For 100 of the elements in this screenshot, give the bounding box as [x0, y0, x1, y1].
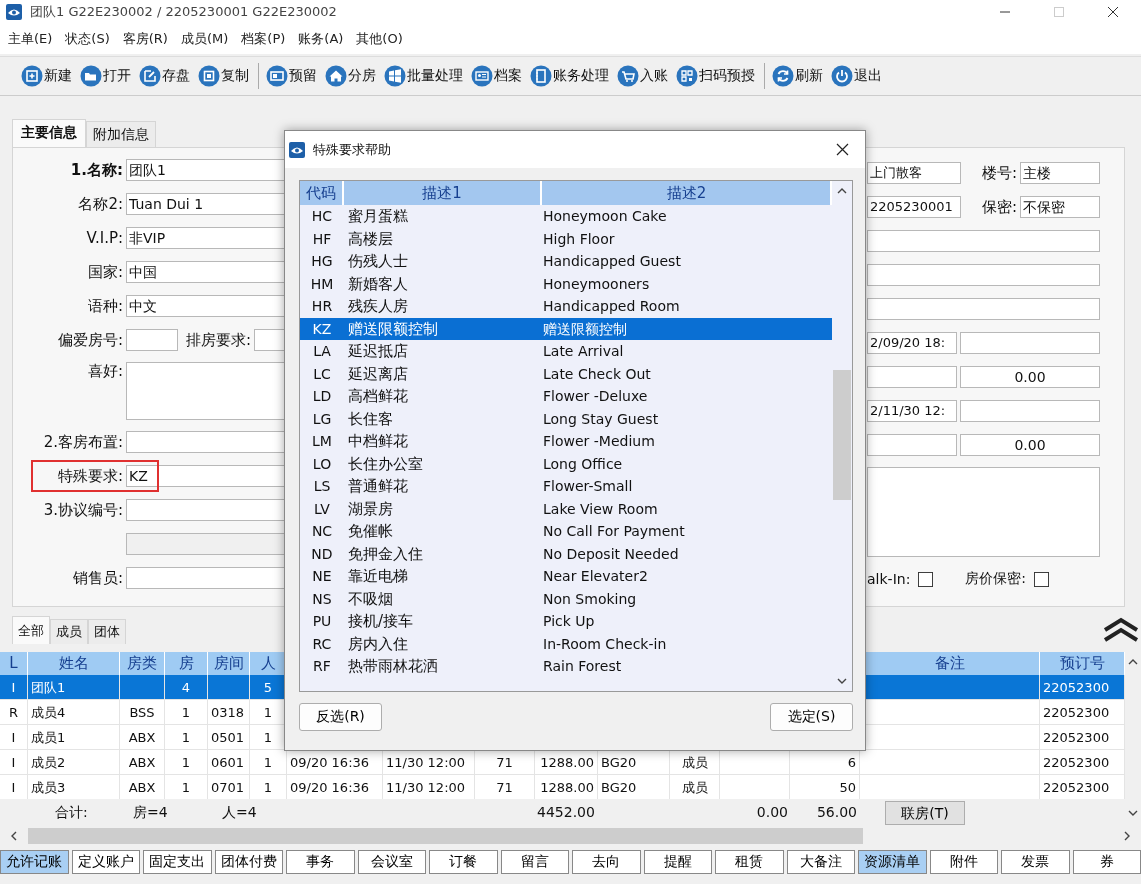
text-field[interactable]: 2/09/20 18:	[867, 332, 957, 354]
scroll-down-icon[interactable]	[1128, 809, 1138, 817]
list-row[interactable]: KZ 赠送限额控制 赠送限额控制	[300, 317, 832, 340]
toolbar-button[interactable]: 新建	[18, 65, 77, 87]
list-row[interactable]: LD 高档鲜花 Flower -Deluxe	[300, 385, 832, 408]
list-row[interactable]: NS 不吸烟 Non Smoking	[300, 587, 832, 610]
menu-item[interactable]: 账务(A)	[298, 30, 344, 48]
toolbar-button[interactable]: 打开	[77, 65, 136, 87]
list-row[interactable]: LG 长住客 Long Stay Guest	[300, 407, 832, 430]
function-button[interactable]: 券	[1072, 850, 1141, 874]
text-field[interactable]: 0.00	[960, 434, 1100, 456]
list-row[interactable]: HF 高楼层 High Floor	[300, 227, 832, 250]
text-field[interactable]	[960, 332, 1100, 354]
list-row[interactable]: RF 热带雨林花洒 Rain Forest	[300, 655, 832, 678]
menu-item[interactable]: 状态(S)	[65, 30, 110, 48]
toolbar-button[interactable]: 存盘	[136, 65, 195, 87]
function-button[interactable]: 附件	[929, 850, 998, 874]
list-row[interactable]: ND 免押金入住 No Deposit Needed	[300, 542, 832, 565]
list-row[interactable]: HM 新婚客人 Honeymooners	[300, 272, 832, 295]
text-field[interactable]	[867, 366, 957, 388]
dialog-button[interactable]: 反选(R)	[299, 703, 382, 731]
scroll-down-icon[interactable]	[837, 677, 847, 685]
text-field[interactable]: 不保密	[1020, 196, 1100, 218]
scroll-right-icon[interactable]	[1123, 831, 1131, 841]
list-row[interactable]: LC 延迟离店 Late Check Out	[300, 362, 832, 385]
tab[interactable]: 附加信息	[86, 121, 156, 147]
checkbox[interactable]	[918, 571, 934, 587]
text-field[interactable]	[867, 434, 957, 456]
text-field[interactable]: 主楼	[1020, 162, 1100, 184]
list-row[interactable]: HC 蜜月蛋糕 Honeymoon Cake	[300, 205, 832, 228]
column-header[interactable]: 代码	[300, 181, 344, 205]
cart-icon	[617, 65, 639, 87]
scroll-left-icon[interactable]	[10, 831, 18, 841]
text-field[interactable]: 2205230001	[867, 196, 961, 218]
menu-item[interactable]: 档案(P)	[241, 30, 286, 48]
toolbar-button[interactable]: 复制	[195, 65, 254, 87]
tab[interactable]: 团体	[88, 619, 126, 644]
text-field[interactable]: 上门散客	[867, 162, 961, 184]
scroll-thumb[interactable]	[28, 828, 863, 844]
function-button[interactable]: 租赁	[715, 850, 784, 874]
text-field[interactable]	[126, 329, 178, 351]
checkbox[interactable]	[1034, 571, 1050, 587]
text-field[interactable]: 2/11/30 12:	[867, 400, 957, 422]
tab[interactable]: 成员	[50, 619, 88, 644]
function-button[interactable]: 团体付费	[214, 850, 283, 874]
list-row[interactable]: NE 靠近电梯 Near Elevater2	[300, 565, 832, 588]
tab[interactable]: 全部	[12, 616, 50, 644]
toolbar-button[interactable]: 账务处理	[527, 65, 614, 87]
scroll-up-icon[interactable]	[1128, 658, 1138, 666]
column-header[interactable]: 描述2	[542, 181, 832, 205]
list-row[interactable]: NC 免催帐 No Call For Payment	[300, 520, 832, 543]
toolbar-button[interactable]: 批量处理	[381, 65, 468, 87]
list-row[interactable]: LA 延迟抵店 Late Arrival	[300, 340, 832, 363]
toolbar-button[interactable]: 刷新	[769, 65, 828, 87]
menu-item[interactable]: 成员(M)	[180, 30, 229, 48]
toolbar-button[interactable]: 退出	[828, 65, 887, 87]
menu-item[interactable]: 其他(O)	[356, 30, 403, 48]
function-button[interactable]: 定义账户	[71, 850, 140, 874]
list-row[interactable]: RC 房内入住 In-Room Check-in	[300, 632, 832, 655]
maximize-icon[interactable]	[1053, 6, 1065, 18]
menu-item[interactable]: 主单(E)	[8, 30, 53, 48]
function-button[interactable]: 去向	[572, 850, 641, 874]
toolbar-button[interactable]: 扫码预授	[673, 65, 760, 87]
text-area[interactable]	[867, 467, 1100, 557]
list-row[interactable]: LV 湖景房 Lake View Room	[300, 497, 832, 520]
list-row[interactable]: LM 中档鲜花 Flower -Medium	[300, 430, 832, 453]
function-button[interactable]: 固定支出	[143, 850, 212, 874]
column-header[interactable]: 描述1	[344, 181, 542, 205]
text-field[interactable]	[867, 264, 1100, 286]
link-rooms-button[interactable]: 联房(T)	[885, 801, 965, 825]
function-button[interactable]: 允许记账	[0, 850, 69, 874]
list-row[interactable]: HR 残疾人房 Handicapped Room	[300, 295, 832, 318]
list-row[interactable]: PU 接机/接车 Pick Up	[300, 610, 832, 633]
tab[interactable]: 主要信息	[12, 119, 86, 147]
function-button[interactable]: 会议室	[357, 850, 426, 874]
scroll-up-icon[interactable]	[837, 187, 847, 195]
toolbar-button[interactable]: 分房	[322, 65, 381, 87]
function-button[interactable]: 留言	[500, 850, 569, 874]
function-button[interactable]: 订餐	[429, 850, 498, 874]
description-cell-text: 普通鲜花	[347, 476, 409, 497]
menu-item[interactable]: 客房(R)	[122, 30, 168, 48]
function-button[interactable]: 发票	[1001, 850, 1070, 874]
scroll-thumb[interactable]	[833, 370, 851, 500]
function-button[interactable]: 资源清单	[858, 850, 927, 874]
toolbar-button[interactable]: 预留	[263, 65, 322, 87]
toolbar-button[interactable]: 入账	[614, 65, 673, 87]
text-field[interactable]	[960, 400, 1100, 422]
function-button[interactable]: 事务	[286, 850, 355, 874]
list-row[interactable]: LO 长住办公室 Long Office	[300, 452, 832, 475]
function-button[interactable]: 大备注	[786, 850, 855, 874]
list-row[interactable]: LS 普通鲜花 Flower-Small	[300, 475, 832, 498]
list-row[interactable]: HG 伤残人士 Handicapped Guest	[300, 250, 832, 273]
close-icon[interactable]	[836, 143, 849, 156]
toolbar-button[interactable]: 档案	[468, 65, 527, 87]
text-field[interactable]	[867, 298, 1100, 320]
text-field[interactable]	[867, 230, 1100, 252]
dialog-button[interactable]: 选定(S)	[770, 703, 853, 731]
close-icon[interactable]	[1107, 6, 1119, 18]
function-button[interactable]: 提醒	[643, 850, 712, 874]
text-field[interactable]: 0.00	[960, 366, 1100, 388]
